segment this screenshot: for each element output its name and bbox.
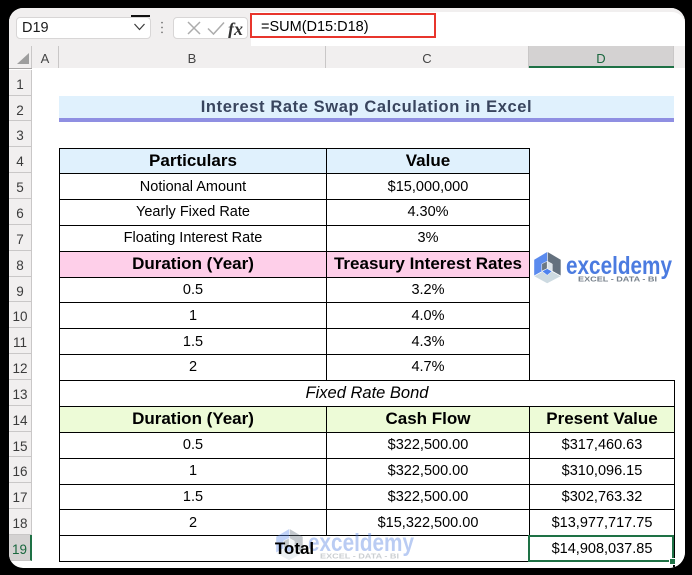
svg-text:EXCEL - DATA - BI: EXCEL - DATA - BI: [578, 275, 657, 284]
svg-text:EXCEL - DATA - BI: EXCEL - DATA - BI: [320, 552, 399, 561]
svg-text:fx: fx: [228, 19, 243, 38]
